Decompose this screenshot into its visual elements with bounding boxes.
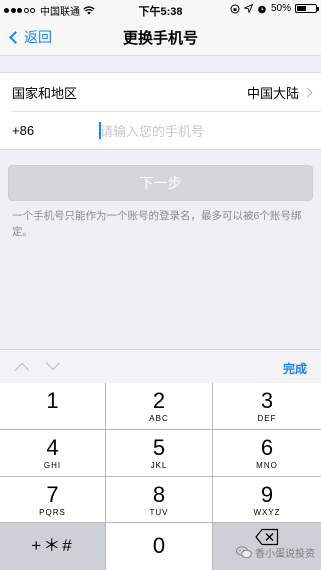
- battery-icon: [295, 4, 319, 13]
- key-letters: DEF: [257, 414, 277, 423]
- previous-field-icon[interactable]: [14, 362, 30, 378]
- region-label: 国家和地区: [12, 85, 78, 101]
- battery-fill: [297, 6, 306, 11]
- key-7[interactable]: 7 PQRS: [0, 477, 106, 523]
- key-letters: TUV: [149, 508, 169, 517]
- key-8[interactable]: 8 TUV: [106, 477, 213, 523]
- key-6[interactable]: 6 MNO: [213, 430, 321, 477]
- key-letters: PQRS: [39, 508, 66, 517]
- key-9[interactable]: 9 WXYZ: [213, 477, 321, 523]
- phone-input[interactable]: [100, 121, 311, 141]
- key-number: 4: [46, 435, 59, 460]
- key-number: 3: [260, 388, 274, 413]
- key-number: 8: [152, 482, 166, 507]
- key-3[interactable]: 3 DEF: [213, 383, 321, 430]
- done-button[interactable]: 完成: [283, 360, 307, 377]
- status-right: 50%: [230, 3, 319, 14]
- key-number: 2: [152, 388, 166, 413]
- battery-percent: 50%: [270, 3, 291, 14]
- rotation-lock-icon: [230, 4, 240, 13]
- key-letters: MNO: [256, 461, 278, 470]
- key-letters: GHI: [43, 461, 62, 470]
- key-letters: JKL: [150, 461, 168, 470]
- chevron-right-icon: [302, 87, 313, 97]
- watermark-text: 香小蛋说投资: [255, 549, 315, 560]
- location-icon: [243, 4, 253, 13]
- country-code: +86: [12, 123, 35, 138]
- key-number: 5: [152, 435, 166, 460]
- symbols-key[interactable]: +＊#: [0, 523, 106, 570]
- region-row[interactable]: 国家和地区 中国大陆: [0, 73, 321, 111]
- key-number: 9: [260, 482, 274, 507]
- next-button[interactable]: 下一步: [8, 165, 313, 201]
- key-1[interactable]: 1: [0, 383, 106, 430]
- next-field-icon[interactable]: [45, 355, 61, 371]
- alarm-icon: [258, 5, 266, 13]
- delete-backspace-icon: [255, 528, 279, 546]
- key-number: 7: [46, 482, 59, 507]
- wechat-logo-icon: [236, 546, 252, 559]
- key-symbols: +＊#: [31, 536, 74, 555]
- key-number: 6: [260, 435, 274, 460]
- phone-form: 国家和地区 中国大陆 +86: [0, 72, 321, 150]
- numeric-keypad: 1 2 ABC 3 DEF 4 GHI 5 JKL 6 MNO 7 PQRS 8…: [0, 383, 321, 570]
- region-value: 中国大陆: [246, 85, 299, 101]
- key-letters: WXYZ: [253, 508, 281, 517]
- navigation-bar: 返回 更换手机号: [0, 18, 321, 56]
- hint-text: 一个手机号只能作为一个账号的登录名，最多可以被6个账号绑定。: [12, 210, 302, 238]
- key-2[interactable]: 2 ABC: [106, 383, 213, 430]
- page-title: 更换手机号: [122, 30, 198, 47]
- phone-row: +86: [12, 111, 321, 149]
- key-letters: ABC: [149, 414, 169, 423]
- key-4[interactable]: 4 GHI: [0, 430, 106, 477]
- keyboard-toolbar: 完成: [0, 349, 321, 383]
- key-0[interactable]: 0: [106, 523, 213, 570]
- watermark: 香小蛋说投资: [236, 545, 315, 560]
- key-number: 0: [152, 533, 166, 558]
- key-5[interactable]: 5 JKL: [106, 430, 213, 477]
- key-number: 1: [46, 388, 59, 413]
- status-bar: 中国联通 下午5:38 50%: [0, 0, 321, 18]
